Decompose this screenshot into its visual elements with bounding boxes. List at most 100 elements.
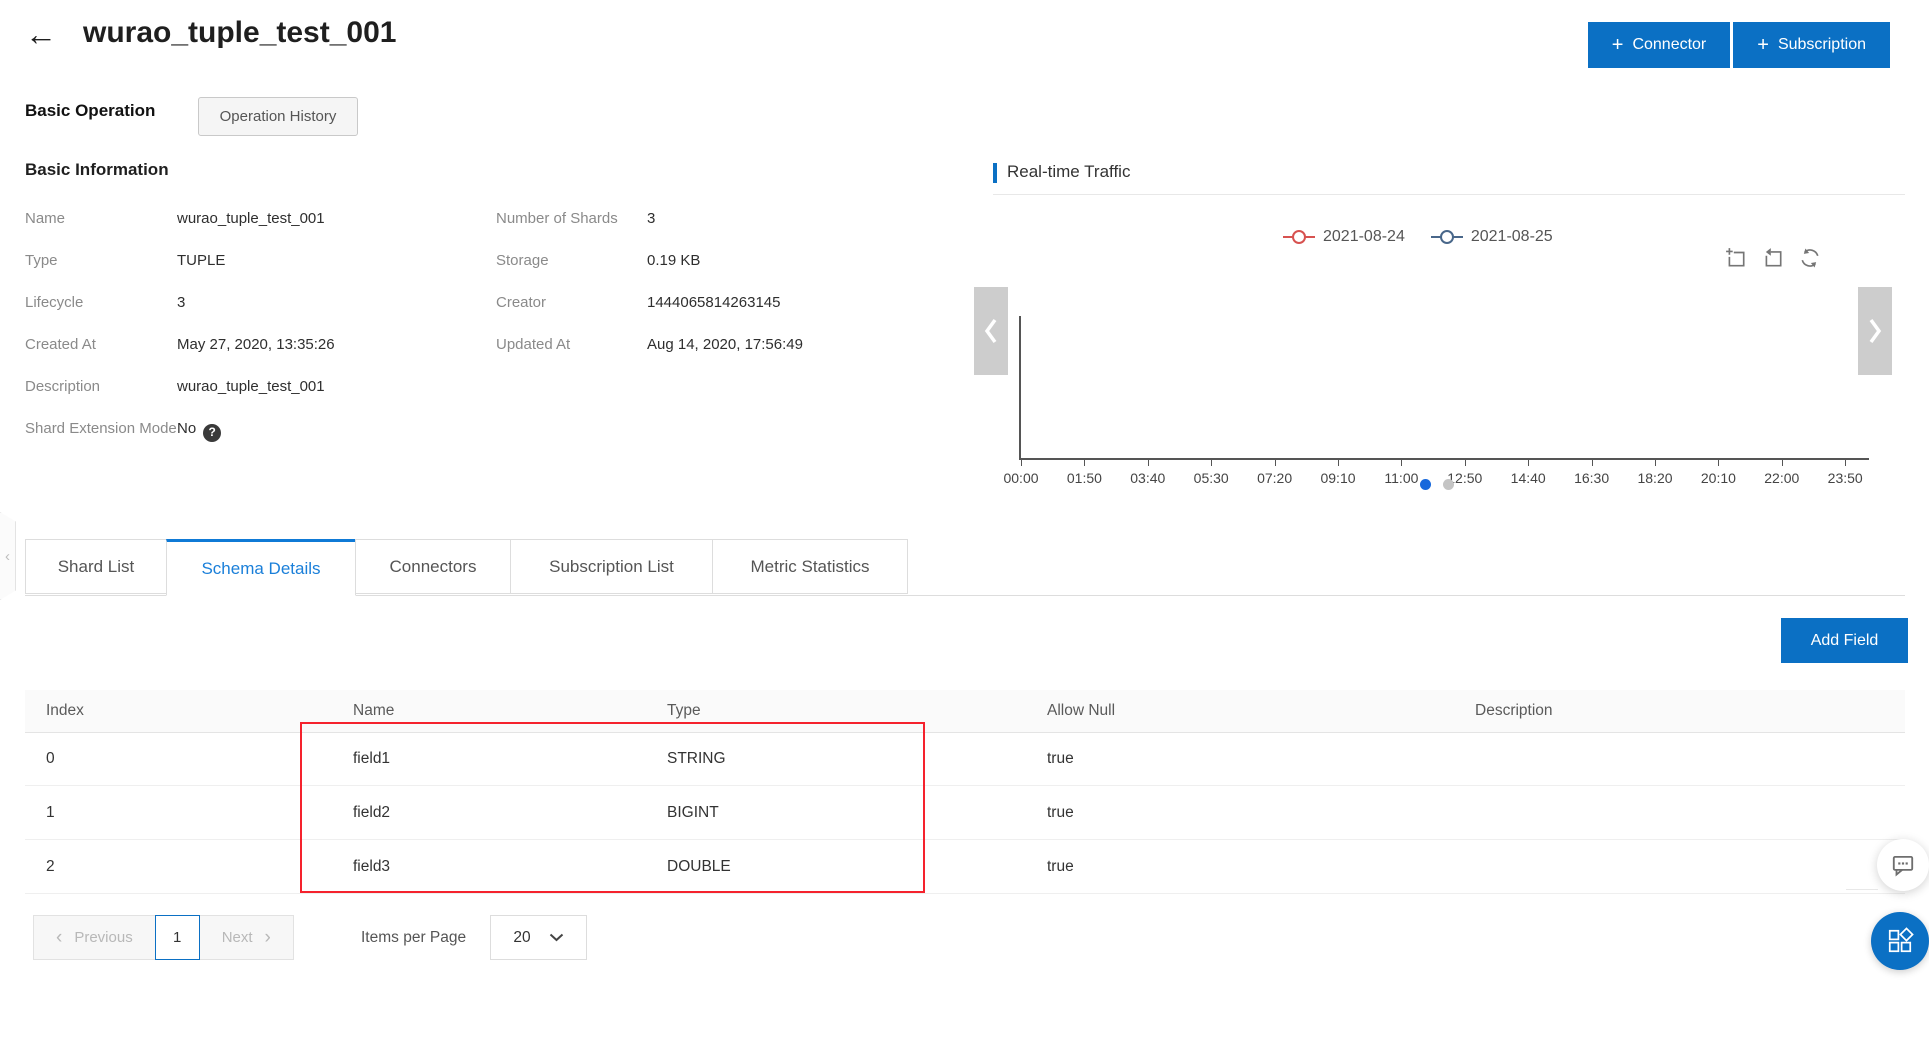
column-header: Allow Null	[1047, 702, 1116, 719]
legend-item[interactable]: 2021-08-25	[1430, 228, 1553, 246]
subscription-button[interactable]: + Subscription	[1733, 22, 1890, 68]
page-size-select[interactable]: 20	[490, 915, 587, 960]
page-size-value: 20	[513, 928, 531, 946]
info-field-value: Aug 14, 2020, 17:56:49	[647, 336, 803, 353]
page-number-button[interactable]: 1	[154, 915, 200, 960]
detail-tabbar: Shard List Schema Details Connectors Subscr…	[25, 539, 1905, 596]
tab-operation-history[interactable]: Operation History	[198, 97, 358, 136]
previous-page-button[interactable]: ‹ Previous	[33, 915, 156, 960]
column-header: Type	[667, 702, 701, 719]
carousel-dot[interactable]	[1420, 479, 1431, 490]
info-row: Storage 0.19 KB	[496, 250, 936, 271]
info-field-label: Type	[25, 252, 58, 269]
axis-tick-mark	[1528, 460, 1530, 466]
refresh-icon[interactable]	[1799, 247, 1821, 269]
legend-label: 2021-08-24	[1323, 228, 1405, 245]
traffic-divider	[993, 194, 1905, 195]
table-cell: BIGINT	[667, 803, 719, 821]
table-cell: 0	[46, 749, 55, 767]
tab-connectors[interactable]: Connectors	[355, 539, 511, 594]
table-row: 1 field2 BIGINT true	[25, 786, 1905, 840]
table-cell: true	[1047, 803, 1074, 821]
tab-subscription-list[interactable]: Subscription List	[510, 539, 713, 594]
axis-tick-label: 09:10	[1320, 470, 1356, 486]
info-field-value: 3	[647, 210, 656, 227]
connector-button[interactable]: + Connector	[1587, 22, 1731, 68]
info-field-value: 3	[177, 294, 186, 311]
table-cell: true	[1047, 857, 1074, 875]
axis-tick-label: 00:00	[1003, 470, 1039, 486]
chart-y-axis	[1019, 316, 1021, 460]
chart-legend: 2021-08-24 2021-08-25	[1283, 228, 1553, 246]
info-field-value: 1444065814263145	[647, 294, 781, 311]
back-icon[interactable]: ←	[25, 18, 57, 50]
info-field-value: No?	[177, 418, 222, 442]
axis-tick-mark	[1655, 460, 1656, 466]
topic-detail-page: ← wurao_tuple_test_001 + Connector + Sub…	[0, 0, 1929, 1047]
subscription-button-label: Subscription	[1777, 36, 1866, 53]
legend-marker-icon	[1283, 230, 1315, 244]
connector-button-label: Connector	[1632, 36, 1707, 53]
axis-tick-label: 07:20	[1257, 470, 1293, 486]
info-field-label: Creator	[496, 294, 547, 311]
tab-basic-operation[interactable]: Basic Operation	[25, 101, 155, 121]
axis-tick-label: 16:30	[1574, 470, 1610, 486]
info-row: Number of Shards 3	[496, 208, 936, 229]
axis-tick-mark	[1401, 460, 1403, 466]
info-field-value: wurao_tuple_test_001	[177, 378, 325, 395]
axis-tick-mark	[1338, 460, 1339, 466]
axis-tick-label: 23:50	[1827, 470, 1863, 486]
feedback-chat-button[interactable]	[1877, 839, 1929, 891]
axis-tick-mark	[1591, 460, 1593, 466]
tab-shard-list[interactable]: Shard List	[25, 539, 167, 594]
next-page-button[interactable]: Next ›	[198, 915, 294, 960]
axis-tick-mark	[1147, 460, 1149, 466]
apps-grid-button[interactable]	[1871, 912, 1929, 970]
axis-tick-mark	[1274, 460, 1276, 466]
tab-metric-statistics[interactable]: Metric Statistics	[712, 539, 908, 594]
column-header: Index	[46, 702, 84, 719]
chevron-right-icon: ›	[264, 927, 271, 948]
header-actions: + Connector + Subscription	[1587, 22, 1890, 68]
table-cell: field3	[353, 857, 391, 875]
carousel-next-button[interactable]	[1858, 287, 1892, 375]
schema-table-header: Index Name Type Allow Null Description	[25, 690, 1905, 733]
info-field-label: Shard Extension Mode	[25, 420, 177, 437]
legend-item[interactable]: 2021-08-24	[1283, 228, 1405, 246]
traffic-title-accent-bar	[993, 163, 997, 183]
add-field-button[interactable]: Add Field	[1781, 618, 1908, 663]
info-row: Description wurao_tuple_test_001	[25, 376, 465, 397]
axis-tick-mark	[1781, 460, 1783, 466]
restore-icon[interactable]	[1762, 247, 1784, 269]
info-field-label: Created At	[25, 336, 96, 353]
axis-tick-label: 20:10	[1700, 470, 1736, 486]
chart-x-axis	[1019, 458, 1869, 460]
info-field-value: TUPLE	[177, 252, 226, 269]
info-field-value: wurao_tuple_test_001	[177, 210, 325, 227]
info-row: Lifecycle 3	[25, 292, 465, 313]
carousel-prev-button[interactable]	[974, 287, 1008, 375]
page-title: wurao_tuple_test_001	[83, 16, 397, 49]
chart-toolbox	[1725, 247, 1821, 269]
info-row: Created At May 27, 2020, 13:35:26	[25, 334, 465, 355]
table-cell: STRING	[667, 749, 726, 767]
basic-info-right-column: Number of Shards 3 Storage 0.19 KB Creator 14…	[496, 208, 936, 376]
help-icon[interactable]: ?	[203, 423, 222, 442]
table-cell: field1	[353, 749, 391, 767]
axis-tick-label: 18:20	[1637, 470, 1673, 486]
axis-tick-mark	[1021, 460, 1022, 466]
axis-tick-mark	[1845, 460, 1847, 466]
table-cell: true	[1047, 749, 1074, 767]
traffic-panel-title: Real-time Traffic	[1007, 162, 1131, 181]
table-cell: 2	[46, 857, 55, 875]
basic-information-heading: Basic Information	[25, 160, 169, 179]
tab-schema-details[interactable]: Schema Details	[166, 539, 356, 596]
chevron-left-icon: ‹	[56, 927, 63, 948]
carousel-dot[interactable]	[1443, 479, 1454, 490]
sidebar-collapse-handle[interactable]: ‹	[0, 512, 16, 600]
zoom-select-icon[interactable]	[1725, 247, 1747, 269]
info-field-label: Updated At	[496, 336, 571, 353]
info-field-label: Number of Shards	[496, 210, 618, 227]
column-header: Name	[353, 702, 395, 719]
info-row: Shard Extension Mode No?	[25, 418, 465, 442]
